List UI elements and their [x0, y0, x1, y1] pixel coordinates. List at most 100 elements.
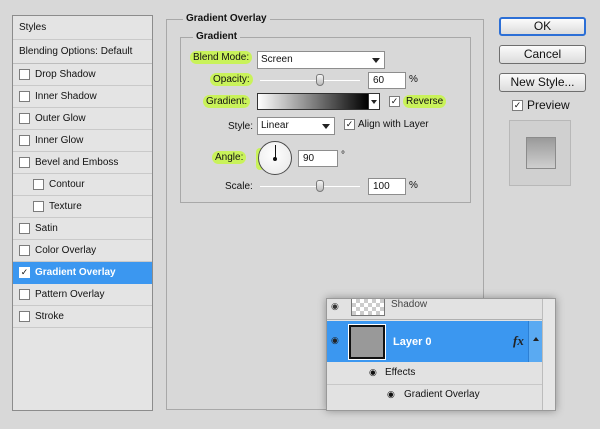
style-item-satin[interactable]: Satin [13, 218, 152, 240]
style-item-stroke[interactable]: Stroke [13, 306, 152, 328]
gradient-dropdown-button[interactable] [369, 93, 380, 110]
scale-unit: % [409, 180, 418, 191]
opacity-slider-track[interactable] [260, 80, 360, 81]
opacity-input[interactable]: 60 [368, 72, 406, 89]
scale-input[interactable]: 100 [368, 178, 406, 195]
style-item-contour[interactable]: Contour [13, 174, 152, 196]
eye-icon[interactable]: ◉ [331, 301, 339, 312]
reverse-checkbox[interactable]: ✓ Reverse [389, 95, 447, 108]
style-item-label: Texture [49, 200, 82, 212]
style-item-inner-glow[interactable]: Inner Glow [13, 130, 152, 152]
styles-list: Styles Blending Options: Default Drop Sh… [12, 15, 153, 411]
blend-mode-value: Screen [261, 54, 293, 65]
layer-row-layer-0[interactable]: ◉ Layer 0 fx [327, 321, 555, 362]
angle-label-text: Angle: [212, 151, 247, 164]
style-item-label: Outer Glow [35, 112, 86, 124]
fx-icon[interactable]: fx [513, 333, 524, 349]
align-check-box[interactable]: ✓ [344, 119, 355, 130]
layer-style-dialog: Styles Blending Options: Default Drop Sh… [0, 0, 600, 429]
style-checkbox[interactable] [33, 179, 44, 190]
layer-effects-row[interactable]: ◉ Effects [327, 363, 555, 385]
style-checkbox[interactable] [19, 91, 30, 102]
chevron-down-icon [371, 100, 377, 104]
style-item-label: Pattern Overlay [35, 288, 105, 300]
scale-slider-thumb[interactable] [316, 180, 324, 192]
style-item-label: Satin [35, 222, 58, 234]
angle-input[interactable]: 90 [298, 150, 338, 167]
blend-mode-select[interactable]: Screen [257, 51, 385, 69]
gradient-label: Gradient: [203, 95, 251, 108]
style-item-label: Contour [49, 178, 85, 190]
gradient-overlay-title: Gradient Overlay [183, 13, 270, 24]
scale-slider-track[interactable] [260, 186, 360, 187]
opacity-label-text: Opacity: [210, 73, 253, 86]
style-checkbox[interactable] [19, 157, 30, 168]
eye-icon[interactable]: ◉ [331, 335, 339, 346]
angle-unit: ° [341, 150, 345, 161]
angle-center-dot [273, 157, 277, 161]
styles-header[interactable]: Styles [13, 16, 152, 40]
style-item-label: Stroke [35, 310, 64, 322]
eye-icon[interactable]: ◉ [387, 389, 395, 400]
layer-effect-gradient-overlay-row[interactable]: ◉ Gradient Overlay [327, 386, 555, 408]
align-with-layer-checkbox[interactable]: ✓ Align with Layer [344, 119, 429, 130]
preview-box [509, 120, 571, 186]
blending-options-item[interactable]: Blending Options: Default [13, 40, 152, 64]
gradient-label-text: Gradient: [203, 95, 251, 108]
reverse-check-box[interactable]: ✓ [389, 96, 400, 107]
gradient-picker[interactable] [257, 93, 369, 110]
style-checkbox[interactable] [19, 311, 30, 322]
cancel-button[interactable]: Cancel [499, 45, 586, 64]
layers-panel-inset: ◉ Shadow ◉ Layer 0 fx ◉ Effects ◉ Gradie… [326, 298, 556, 411]
style-item-label: Drop Shadow [35, 68, 96, 80]
layer-name-shadow: Shadow [391, 299, 428, 310]
style-item-gradient-overlay[interactable]: ✓ Gradient Overlay [13, 262, 152, 284]
style-checkbox[interactable] [33, 201, 44, 212]
layer-thumbnail-shadow [351, 299, 385, 316]
preview-check-box[interactable]: ✓ [512, 99, 523, 111]
layer-thumbnail-layer-0 [348, 324, 386, 360]
align-with-layer-label: Align with Layer [358, 119, 429, 130]
eye-icon[interactable]: ◉ [369, 367, 377, 378]
style-item-drop-shadow[interactable]: Drop Shadow [13, 64, 152, 86]
layer-name-layer-0: Layer 0 [393, 336, 432, 348]
angle-label: Angle: [212, 151, 247, 164]
style-item-label: Gradient Overlay [35, 266, 116, 278]
opacity-slider-thumb[interactable] [316, 74, 324, 86]
style-checkbox[interactable]: ✓ [19, 267, 30, 278]
opacity-label: Opacity: [210, 73, 253, 86]
style-select[interactable]: Linear [257, 117, 335, 135]
style-item-label: Inner Glow [35, 134, 84, 146]
style-item-texture[interactable]: Texture [13, 196, 152, 218]
reverse-label: Reverse [403, 95, 447, 108]
style-checkbox[interactable] [19, 245, 30, 256]
chevron-down-icon [322, 124, 330, 129]
preview-label: Preview [527, 98, 570, 112]
style-item-label: Color Overlay [35, 244, 97, 256]
preview-checkbox[interactable]: ✓ Preview [512, 98, 570, 112]
style-item-inner-shadow[interactable]: Inner Shadow [13, 86, 152, 108]
angle-dial[interactable] [258, 141, 292, 175]
scale-label: Scale: [225, 181, 253, 192]
opacity-unit: % [409, 74, 418, 85]
layers-scrollbar[interactable] [542, 299, 555, 410]
chevron-down-icon [372, 58, 380, 63]
layer-effects-toggle[interactable] [528, 321, 542, 362]
collapse-arrow-icon[interactable] [533, 337, 539, 341]
style-checkbox[interactable] [19, 135, 30, 146]
style-checkbox[interactable] [19, 223, 30, 234]
ok-button[interactable]: OK [499, 17, 586, 36]
style-item-label: Bevel and Emboss [35, 156, 119, 168]
new-style-button[interactable]: New Style... [499, 73, 586, 92]
style-label: Style: [228, 121, 254, 132]
gradient-group-title: Gradient [193, 31, 241, 42]
style-item-outer-glow[interactable]: Outer Glow [13, 108, 152, 130]
style-item-color-overlay[interactable]: Color Overlay [13, 240, 152, 262]
layer-row-shadow[interactable]: ◉ Shadow [327, 299, 555, 320]
style-value: Linear [261, 120, 289, 131]
style-checkbox[interactable] [19, 289, 30, 300]
style-checkbox[interactable] [19, 69, 30, 80]
style-item-bevel-and-emboss[interactable]: Bevel and Emboss [13, 152, 152, 174]
style-item-pattern-overlay[interactable]: Pattern Overlay [13, 284, 152, 306]
style-checkbox[interactable] [19, 113, 30, 124]
